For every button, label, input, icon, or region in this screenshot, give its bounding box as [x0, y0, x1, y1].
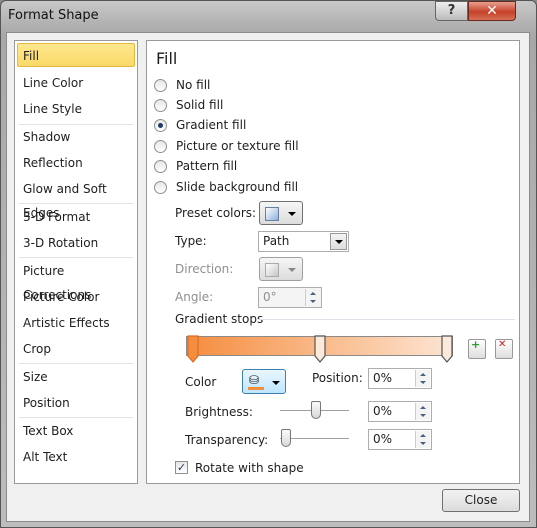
angle-spinner[interactable]	[305, 289, 320, 306]
gradient-stops-label: Gradient stops	[175, 312, 264, 326]
close-button[interactable]: Close	[442, 489, 520, 512]
transparency-label: Transparency:	[185, 433, 269, 447]
brightness-spinner[interactable]	[415, 403, 430, 420]
divider	[19, 203, 133, 204]
brightness-label: Brightness:	[185, 405, 253, 419]
type-label: Type:	[175, 234, 207, 248]
angle-value: 0°	[263, 290, 277, 304]
gradient-stop-handle[interactable]	[441, 335, 453, 363]
gradient-stop-handle[interactable]	[187, 335, 199, 363]
divider	[19, 257, 133, 258]
direction-swatch-icon	[265, 263, 279, 277]
sidebar-item-alt-text[interactable]: Alt Text	[17, 445, 135, 469]
section-heading: Fill	[156, 49, 178, 68]
sidebar-item-fill[interactable]: Fill	[17, 43, 135, 67]
sidebar-item-artistic-effects[interactable]: Artistic Effects	[17, 311, 135, 335]
radio-picture-fill[interactable]	[154, 140, 167, 153]
transparency-spinner[interactable]	[415, 431, 430, 448]
dialog-title: Format Shape	[8, 8, 99, 23]
type-dropdown-button[interactable]	[330, 233, 347, 250]
color-picker-button[interactable]: ⛁	[242, 369, 286, 394]
position-label: Position:	[312, 371, 363, 385]
sidebar-item-glow[interactable]: Glow and Soft Edges	[17, 177, 135, 220]
sidebar-item-line-color[interactable]: Line Color	[17, 71, 135, 95]
preset-colors-label: Preset colors:	[175, 206, 257, 220]
no-fill-label[interactable]: No fill	[176, 78, 210, 92]
sidebar-item-position[interactable]: Position	[17, 391, 135, 415]
radio-slide-background-fill[interactable]	[154, 181, 167, 194]
radio-pattern-fill[interactable]	[154, 160, 167, 173]
transparency-value: 0%	[373, 432, 393, 446]
type-value: Path	[263, 234, 290, 248]
sidebar-item-picture-corrections[interactable]: Picture Corrections	[17, 259, 135, 302]
sidebar-item-text-box[interactable]: Text Box	[17, 419, 135, 443]
angle-input[interactable]: 0°	[258, 287, 322, 308]
help-button[interactable]: ?	[435, 1, 468, 21]
direction-label: Direction:	[175, 262, 234, 276]
brightness-slider-thumb[interactable]	[311, 401, 321, 419]
divider	[19, 417, 133, 418]
sidebar-item-3d-format[interactable]: 3-D Format	[17, 205, 135, 229]
chevron-down-icon	[288, 268, 296, 272]
radio-solid-fill[interactable]	[154, 99, 167, 112]
rotate-with-shape-label[interactable]: Rotate with shape	[195, 461, 304, 475]
sidebar-item-size[interactable]: Size	[17, 365, 135, 389]
chevron-down-icon	[272, 381, 280, 385]
add-gradient-stop-button[interactable]: +	[468, 339, 486, 359]
chevron-down-icon	[288, 212, 296, 216]
radio-no-fill[interactable]	[154, 79, 167, 92]
type-select[interactable]: Path	[258, 231, 349, 252]
rotate-with-shape-checkbox[interactable]: ✓	[175, 461, 188, 474]
transparency-input[interactable]: 0%	[368, 429, 432, 450]
paint-bucket-icon: ⛁	[249, 373, 260, 387]
selected-color-bar	[248, 387, 264, 390]
category-sidebar: Fill Line Color Line Style Shadow Reflec…	[14, 40, 138, 484]
pattern-fill-label[interactable]: Pattern fill	[176, 159, 237, 173]
brightness-value: 0%	[373, 404, 393, 418]
remove-gradient-stop-button[interactable]: ✕	[495, 339, 513, 359]
picture-fill-label[interactable]: Picture or texture fill	[176, 139, 299, 153]
sidebar-item-crop[interactable]: Crop	[17, 337, 135, 361]
gradient-fill-label[interactable]: Gradient fill	[176, 118, 246, 132]
preset-swatch-icon	[265, 207, 279, 221]
brightness-input[interactable]: 0%	[368, 401, 432, 422]
divider	[19, 363, 133, 364]
sidebar-item-reflection[interactable]: Reflection	[17, 151, 135, 175]
color-label: Color	[185, 375, 217, 389]
preset-colors-button[interactable]	[259, 201, 303, 225]
divider	[258, 319, 515, 320]
position-input[interactable]: 0%	[368, 368, 432, 389]
sidebar-item-picture-color[interactable]: Picture Color	[17, 285, 135, 309]
sidebar-item-line-style[interactable]: Line Style	[17, 97, 135, 121]
position-spinner[interactable]	[415, 370, 430, 387]
chevron-down-icon	[335, 240, 343, 244]
angle-label: Angle:	[175, 290, 214, 304]
close-window-button[interactable]: ✕	[468, 1, 516, 21]
sidebar-item-shadow[interactable]: Shadow	[17, 125, 135, 149]
direction-button[interactable]	[259, 257, 303, 281]
gradient-stop-handle[interactable]	[314, 335, 326, 363]
slide-background-fill-label[interactable]: Slide background fill	[176, 180, 298, 194]
position-value: 0%	[373, 371, 393, 385]
radio-gradient-fill[interactable]	[154, 119, 167, 132]
sidebar-item-3d-rotation[interactable]: 3-D Rotation	[17, 231, 135, 255]
solid-fill-label[interactable]: Solid fill	[176, 98, 223, 112]
checkmark-icon: ✓	[176, 461, 187, 474]
transparency-slider-thumb[interactable]	[281, 429, 291, 447]
